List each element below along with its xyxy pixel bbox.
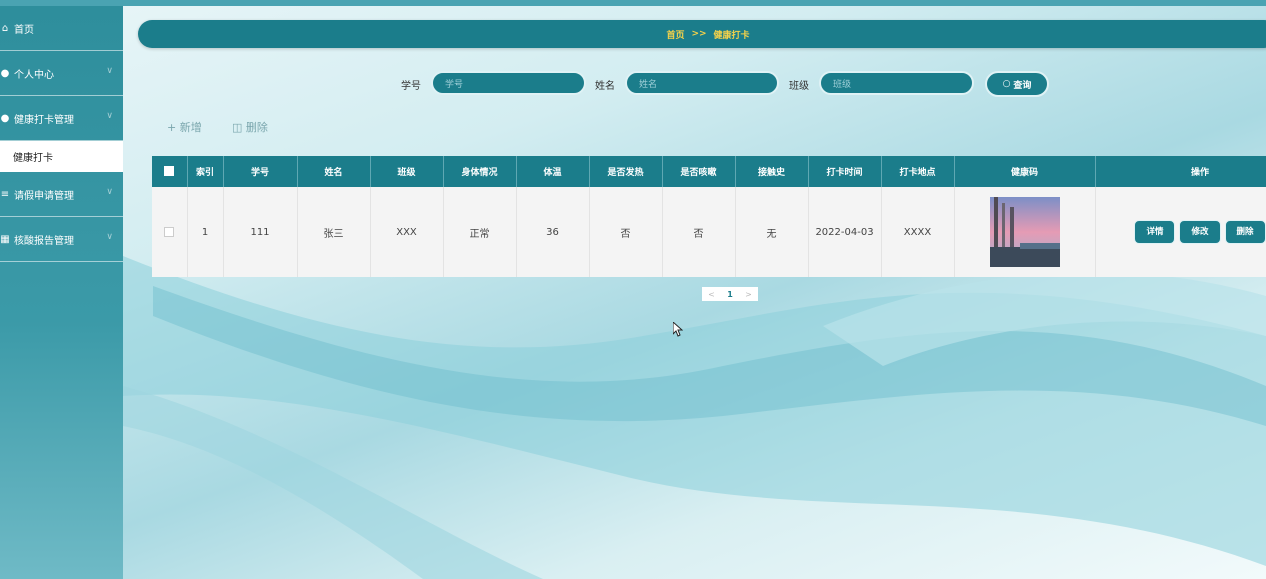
- column-header: 接触史: [735, 156, 809, 187]
- edit-button[interactable]: 修改: [1179, 220, 1221, 244]
- breadcrumb-separator: >>: [691, 29, 707, 39]
- query-button[interactable]: ○ 查询: [985, 71, 1049, 97]
- prev-page-button[interactable]: <: [708, 290, 715, 299]
- column-header: 姓名: [297, 156, 371, 187]
- column-header: 是否咳嗽: [662, 156, 736, 187]
- student-id-label: 学号: [401, 81, 421, 92]
- class-input[interactable]: 班级: [819, 71, 974, 95]
- row-checkbox-cell[interactable]: [152, 187, 188, 277]
- sidebar-item-personal-center[interactable]: ● 个人中心 ∨: [0, 51, 123, 96]
- breadcrumb: 首页 >> 健康打卡: [138, 20, 1266, 48]
- delete-button-label: 删除: [245, 121, 268, 134]
- cell-index: 1: [187, 187, 224, 277]
- select-all-checkbox-cell[interactable]: [152, 156, 188, 187]
- sidebar-item-label: 首页: [14, 24, 34, 36]
- column-header: 打卡地点: [881, 156, 955, 187]
- list-icon: ≡: [0, 188, 10, 200]
- sidebar-item-nucleic-report-mgmt[interactable]: ▦ 核酸报告管理 ∨: [0, 217, 123, 262]
- cell-contact: 无: [735, 187, 809, 277]
- cell-name: 张三: [297, 187, 371, 277]
- cell-operations: 详情 修改 删除: [1095, 187, 1266, 277]
- sidebar-item-label: 核酸报告管理: [14, 235, 74, 247]
- sidebar-item-health-checkin-mgmt[interactable]: ● 健康打卡管理 ∨: [0, 96, 123, 141]
- table-header-row: 索引 学号 姓名 班级 身体情况 体温 是否发热 是否咳嗽 接触史 打卡时间 打…: [152, 156, 1266, 187]
- data-table: 索引 学号 姓名 班级 身体情况 体温 是否发热 是否咳嗽 接触史 打卡时间 打…: [152, 156, 1266, 277]
- cell-condition: 正常: [443, 187, 517, 277]
- detail-button[interactable]: 详情: [1134, 220, 1176, 244]
- sidebar-item-label: 请假申请管理: [14, 190, 74, 202]
- chevron-down-icon: ∨: [106, 111, 113, 121]
- table-row: 1 111 张三 XXX 正常 36 否 否 无 2022-04-03 XXXX: [152, 187, 1266, 277]
- grid-icon: ▦: [0, 233, 10, 245]
- sidebar-item-home[interactable]: ⌂ 首页: [0, 6, 123, 51]
- breadcrumb-current: 健康打卡: [713, 30, 750, 41]
- mouse-cursor-icon: [673, 322, 683, 337]
- breadcrumb-home[interactable]: 首页: [666, 28, 684, 41]
- row-checkbox[interactable]: [164, 226, 175, 237]
- pagination: < 1 >: [702, 287, 758, 301]
- page-number[interactable]: 1: [727, 290, 733, 299]
- student-id-input[interactable]: 学号: [431, 71, 586, 95]
- sidebar-subitem-health-checkin[interactable]: 健康打卡: [0, 141, 123, 172]
- name-label: 姓名: [595, 81, 615, 92]
- cell-class: XXX: [370, 187, 444, 277]
- column-header: 体温: [516, 156, 590, 187]
- column-header: 身体情况: [443, 156, 517, 187]
- search-icon: ○: [1002, 79, 1011, 89]
- home-icon: ⌂: [1, 22, 9, 34]
- column-header: 索引: [187, 156, 224, 187]
- cell-temperature: 36: [516, 187, 590, 277]
- column-header: 学号: [223, 156, 298, 187]
- cell-location: XXXX: [881, 187, 955, 277]
- user-icon: ●: [0, 67, 10, 79]
- name-input[interactable]: 姓名: [625, 71, 779, 95]
- chevron-down-icon: ∨: [106, 66, 113, 76]
- query-button-label: 查询: [1013, 80, 1032, 91]
- cell-time: 2022-04-03: [808, 187, 882, 277]
- column-header: 健康码: [954, 156, 1096, 187]
- health-code-image[interactable]: [989, 197, 1060, 267]
- delete-button[interactable]: ◫ 删除: [232, 119, 268, 135]
- cell-student-id: 111: [223, 187, 298, 277]
- row-delete-button[interactable]: 删除: [1224, 220, 1266, 244]
- select-all-checkbox[interactable]: [164, 166, 175, 177]
- column-header: 打卡时间: [808, 156, 882, 187]
- chevron-down-icon: ∨: [106, 187, 113, 197]
- column-header: 是否发热: [589, 156, 663, 187]
- cell-fever: 否: [589, 187, 663, 277]
- pin-icon: ●: [0, 112, 10, 124]
- cell-cough: 否: [662, 187, 736, 277]
- class-label: 班级: [789, 81, 809, 92]
- column-header: 班级: [370, 156, 444, 187]
- cell-health-code: [954, 187, 1096, 277]
- next-page-button[interactable]: >: [745, 290, 752, 299]
- chevron-down-icon: ∨: [106, 232, 113, 242]
- trash-icon: ◫: [232, 121, 243, 134]
- add-button[interactable]: + 新增: [167, 119, 202, 135]
- sidebar-item-label: 个人中心: [14, 69, 54, 81]
- sidebar-item-leave-mgmt[interactable]: ≡ 请假申请管理 ∨: [0, 172, 123, 217]
- top-bar: [0, 0, 1266, 6]
- sidebar: ⌂ 首页 ● 个人中心 ∨ ● 健康打卡管理 ∨ 健康打卡 ≡ 请假申请管理 ∨…: [0, 6, 123, 579]
- sidebar-item-label: 健康打卡管理: [14, 114, 74, 126]
- column-header: 操作: [1095, 156, 1266, 187]
